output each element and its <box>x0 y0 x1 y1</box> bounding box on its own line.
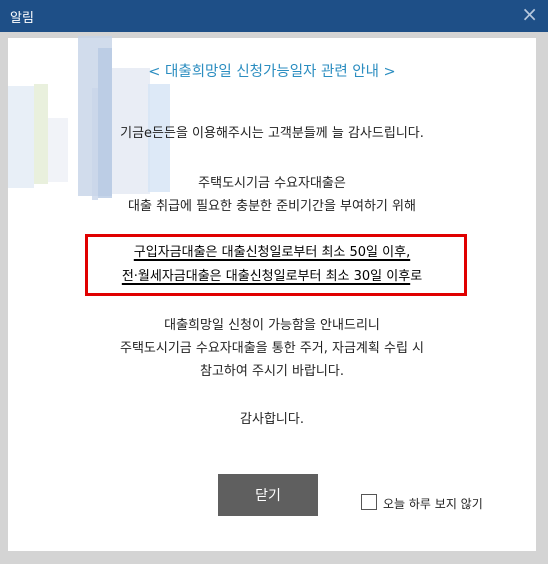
intro-line-2: 대출 취급에 필요한 충분한 준비기간을 부여하기 위해 <box>128 199 416 214</box>
notice-dialog: 알림 × < 대출희망일 신청가능일자 관련 안내 > 기금e든든을 이용해주시… <box>0 0 548 564</box>
highlight-line-2: 전·월세자금대출은 대출신청일로부터 최소 30일 이후로 <box>8 265 536 284</box>
guide-line-2: 주택도시기금 수요자대출을 통한 주거, 자금계획 수립 시 <box>119 341 424 356</box>
dont-show-today-checkbox[interactable] <box>361 494 377 510</box>
guide-line-1: 대출희망일 신청이 가능함을 안내드리니 <box>164 318 380 333</box>
dialog-content: < 대출희망일 신청가능일자 관련 안내 > 기금e든든을 이용해주시는 고객분… <box>8 36 536 551</box>
close-icon[interactable]: × <box>521 3 538 25</box>
highlight-suffix: 로 <box>410 269 423 284</box>
intro-line-1: 주택도시기금 수요자대출은 <box>198 176 346 191</box>
close-button[interactable]: 닫기 <box>218 474 318 516</box>
rent-loan-condition: 전·월세자금대출은 대출신청일로부터 최소 30일 이후 <box>121 269 411 284</box>
dont-show-today-label[interactable]: 오늘 하루 보지 않기 <box>383 495 483 512</box>
dialog-titlebar: 알림 × <box>0 0 548 32</box>
dialog-title: 알림 <box>10 11 34 26</box>
guide-line-3: 참고하여 주시기 바랍니다. <box>200 364 344 379</box>
highlight-line-1: 구입자금대출은 대출신청일로부터 최소 50일 이후, <box>8 241 536 260</box>
greeting-text: 기금e든든을 이용해주시는 고객분들께 늘 감사드립니다. <box>120 126 424 141</box>
purchase-loan-condition: 구입자금대출은 대출신청일로부터 최소 50일 이후, <box>133 245 411 260</box>
thanks-text: 감사합니다. <box>240 412 304 427</box>
notice-heading: < 대출희망일 신청가능일자 관련 안내 > <box>148 64 396 80</box>
